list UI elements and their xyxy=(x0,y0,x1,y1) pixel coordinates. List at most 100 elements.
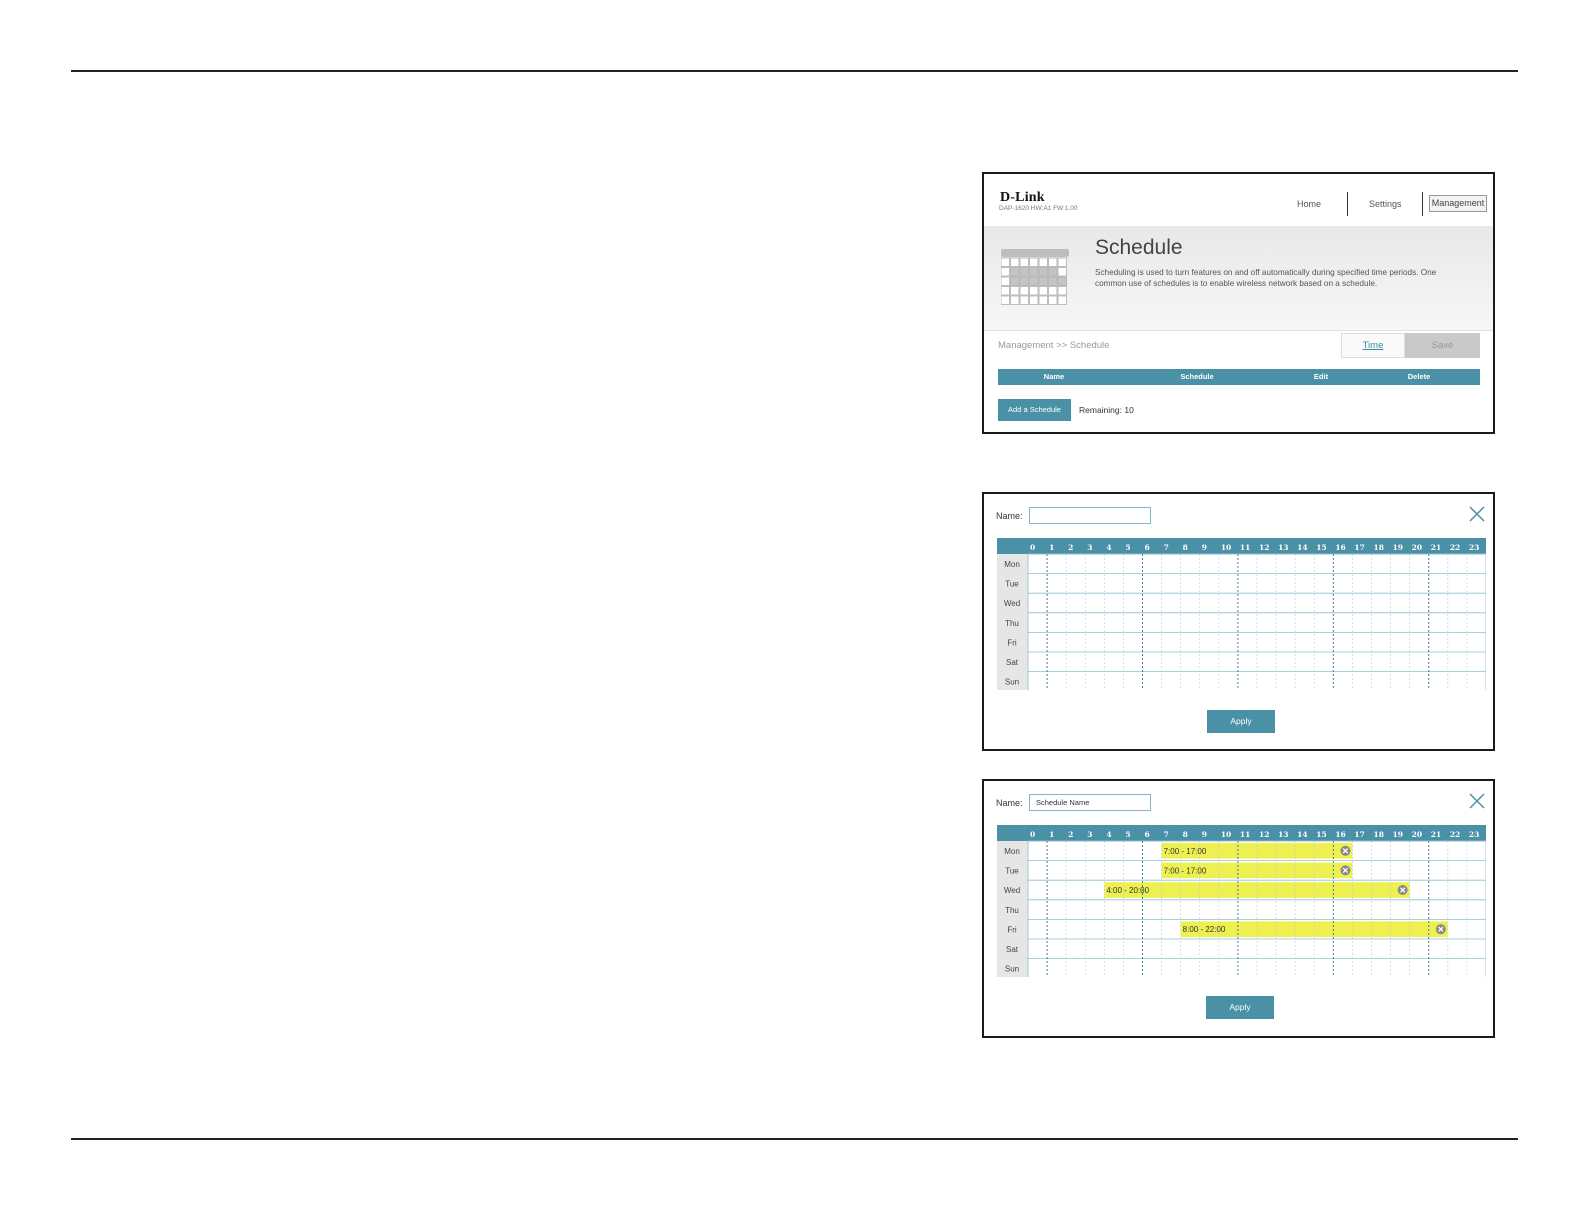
hour-label: 14 xyxy=(1297,830,1307,839)
dlink-logo: D-Link xyxy=(1000,190,1045,205)
column-header-name: Name xyxy=(1043,372,1065,381)
hour-label: 17 xyxy=(1354,543,1364,552)
calendar-icon xyxy=(1001,249,1069,305)
remove-entry-icon[interactable] xyxy=(1435,924,1446,935)
nav-settings[interactable]: Settings xyxy=(1369,199,1402,209)
hour-label: 13 xyxy=(1278,543,1288,552)
save-button[interactable]: Save xyxy=(1405,333,1480,358)
hour-label: 10 xyxy=(1221,543,1231,552)
hour-label: 16 xyxy=(1335,830,1345,839)
remove-entry-icon[interactable] xyxy=(1340,845,1351,856)
column-header-delete: Delete xyxy=(1407,372,1431,381)
name-label: Name: xyxy=(996,798,1023,808)
hour-label: 13 xyxy=(1278,830,1288,839)
schedule-table-header: Name Schedule Edit Delete xyxy=(998,369,1480,385)
hour-label: 15 xyxy=(1316,830,1326,839)
nav-separator xyxy=(1347,192,1348,216)
nav-home[interactable]: Home xyxy=(1297,199,1321,209)
hour-label: 3 xyxy=(1087,830,1092,839)
schedule-page-screenshot: D-Link DAP-1620 HW:A1 FW:1.00 Home Setti… xyxy=(982,172,1495,434)
nav-separator xyxy=(1422,192,1423,216)
hour-label: 1 xyxy=(1049,830,1054,839)
schedule-entry-label: 7:00 - 17:00 xyxy=(1164,866,1207,875)
time-link[interactable]: Time xyxy=(1341,333,1405,358)
hour-label: 7 xyxy=(1164,543,1169,552)
day-label: Thu xyxy=(1005,906,1019,915)
hour-label: 23 xyxy=(1469,830,1479,839)
firmware-info: DAP-1620 HW:A1 FW:1.00 xyxy=(999,205,1078,212)
day-label: Tue xyxy=(1005,867,1019,876)
hour-label: 3 xyxy=(1087,543,1092,552)
hour-label: 16 xyxy=(1335,543,1345,552)
page-title: Schedule xyxy=(1095,236,1183,259)
hour-label: 9 xyxy=(1202,830,1207,839)
hour-label: 9 xyxy=(1202,543,1207,552)
breadcrumb: Management >> Schedule xyxy=(998,340,1110,351)
day-label: Fri xyxy=(1007,925,1017,934)
schedule-editor-empty: Name: 0 1 2 3 4 5 6 7 8 9 10 11 12 13 14 15 16 17 18 19 20 21… xyxy=(982,492,1495,751)
day-label: Sat xyxy=(1006,658,1019,667)
day-label: Sat xyxy=(1006,945,1019,954)
add-schedule-button[interactable]: Add a Schedule xyxy=(998,399,1071,421)
day-label: Wed xyxy=(1004,599,1020,608)
schedule-entry-label: 4:00 - 20:00 xyxy=(1106,886,1149,895)
remaining-count: Remaining: 10 xyxy=(1079,405,1134,415)
hour-label: 10 xyxy=(1221,830,1231,839)
hour-label: 0 xyxy=(1030,830,1035,839)
page-banner: Schedule Scheduling is used to turn feat… xyxy=(984,226,1493,330)
hour-label: 8 xyxy=(1183,830,1188,839)
hour-label: 5 xyxy=(1125,830,1130,839)
close-icon[interactable] xyxy=(1468,505,1486,523)
hour-label: 17 xyxy=(1354,830,1364,839)
hour-label: 18 xyxy=(1374,543,1384,552)
day-label: Thu xyxy=(1005,619,1019,628)
hour-label: 19 xyxy=(1393,830,1403,839)
nav-management[interactable]: Management xyxy=(1429,195,1487,212)
hour-label: 20 xyxy=(1412,543,1422,552)
day-label: Fri xyxy=(1007,638,1017,647)
hour-label: 21 xyxy=(1431,830,1441,839)
hour-label: 22 xyxy=(1450,830,1460,839)
day-label: Mon xyxy=(1004,560,1020,569)
breadcrumb-bar: Management >> Schedule Time Save xyxy=(984,330,1493,359)
hour-label: 4 xyxy=(1106,543,1111,552)
schedule-name-input[interactable] xyxy=(1029,507,1151,524)
schedule-grid[interactable]: 0 1 2 3 4 5 6 7 8 9 10 11 12 13 14 15 16 17 18 19 20 21 22 23Mo… xyxy=(997,825,1486,977)
column-header-edit: Edit xyxy=(1313,372,1329,381)
schedule-entry-label: 7:00 - 17:00 xyxy=(1164,847,1207,856)
hour-label: 21 xyxy=(1431,543,1441,552)
hour-label: 14 xyxy=(1297,543,1307,552)
hour-label: 7 xyxy=(1164,830,1169,839)
hour-label: 11 xyxy=(1240,830,1250,839)
schedule-grid[interactable]: 0 1 2 3 4 5 6 7 8 9 10 11 12 13 14 15 16 17 18 19 20 21 22 23Mo… xyxy=(997,538,1486,690)
remove-entry-icon[interactable] xyxy=(1340,865,1351,876)
hour-label: 5 xyxy=(1125,543,1130,552)
day-label: Wed xyxy=(1004,886,1020,895)
close-icon[interactable] xyxy=(1468,792,1486,810)
page-description: Scheduling is used to turn features on a… xyxy=(1095,268,1437,288)
day-label: Sun xyxy=(1005,678,1019,687)
hour-label: 20 xyxy=(1412,830,1422,839)
hour-label: 8 xyxy=(1183,543,1188,552)
hour-label: 0 xyxy=(1030,543,1035,552)
schedule-editor-filled: Name: Schedule Name 0 1 2 3 4 5 6 7 8 9 10 11 12 13 14… xyxy=(982,779,1495,1038)
hour-label: 4 xyxy=(1106,830,1111,839)
top-rule xyxy=(71,70,1518,72)
bottom-rule xyxy=(71,1138,1518,1140)
hour-label: 1 xyxy=(1049,543,1054,552)
hour-label: 6 xyxy=(1145,543,1150,552)
day-label: Tue xyxy=(1005,580,1019,589)
hour-label: 11 xyxy=(1240,543,1250,552)
day-label: Sun xyxy=(1005,965,1019,974)
hour-label: 12 xyxy=(1259,543,1269,552)
remove-entry-icon[interactable] xyxy=(1397,885,1408,895)
schedule-entry-label: 8:00 - 22:00 xyxy=(1183,925,1226,934)
apply-button[interactable]: Apply xyxy=(1207,710,1275,733)
hour-label: 15 xyxy=(1316,543,1326,552)
schedule-name-input[interactable]: Schedule Name xyxy=(1029,794,1151,811)
hour-label: 12 xyxy=(1259,830,1269,839)
name-label: Name: xyxy=(996,511,1023,521)
app-header: D-Link DAP-1620 HW:A1 FW:1.00 Home Setti… xyxy=(984,174,1493,226)
hour-label: 18 xyxy=(1374,830,1384,839)
apply-button[interactable]: Apply xyxy=(1206,996,1274,1019)
